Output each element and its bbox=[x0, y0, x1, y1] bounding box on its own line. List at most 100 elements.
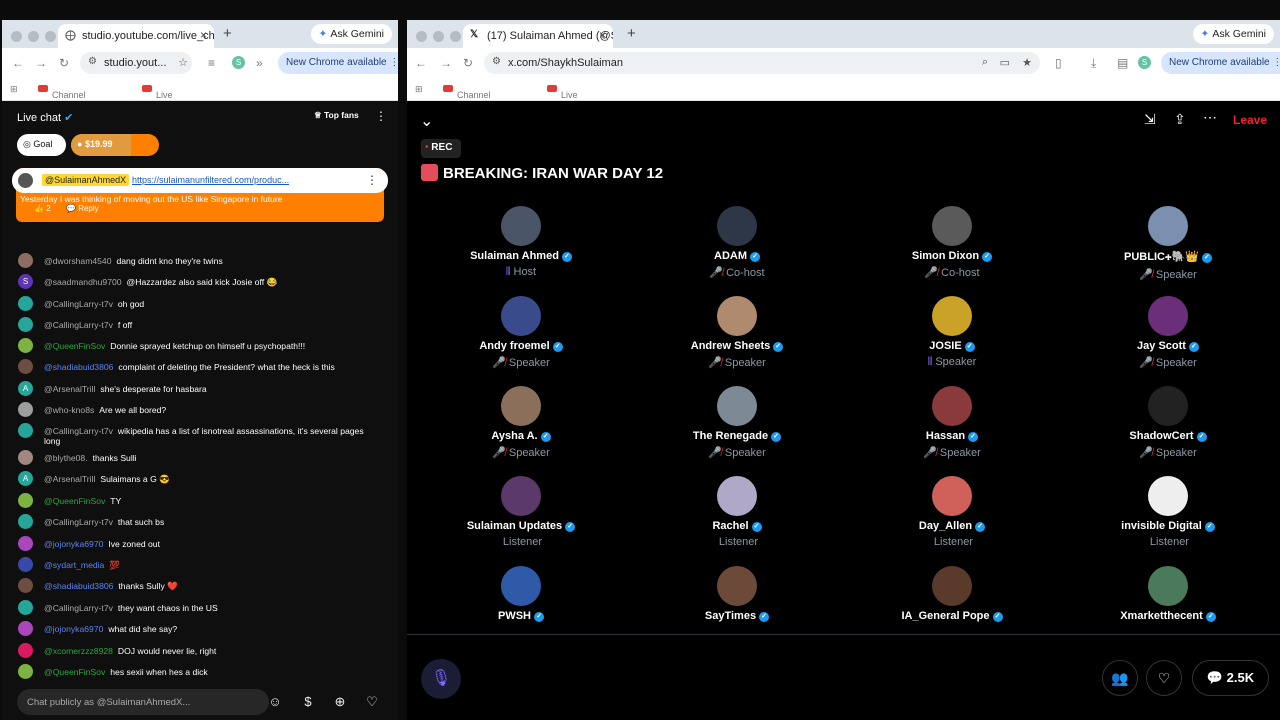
tab-search-icon[interactable]: ≡ bbox=[208, 56, 215, 70]
chat-username[interactable]: @xcomerzzz8928 bbox=[44, 646, 113, 656]
chat-username[interactable]: @blythe08. bbox=[44, 453, 88, 463]
apps-icon[interactable]: ⊞ bbox=[415, 84, 423, 95]
chat-username[interactable]: @CallingLarry-t7v bbox=[44, 299, 113, 309]
chat-username[interactable]: @ArsenalTrill bbox=[44, 384, 95, 394]
chat-input[interactable]: Chat publicly as @SulaimanAhmedX... bbox=[17, 689, 269, 715]
back-icon[interactable]: ← bbox=[415, 56, 427, 70]
chat-username[interactable]: @saadmandhu9700 bbox=[44, 277, 122, 287]
participant[interactable]: Xmarketthecent ✓ bbox=[1078, 566, 1258, 622]
like-button[interactable]: 👍 2 bbox=[34, 204, 51, 213]
participants-icon[interactable]: 👥 bbox=[1102, 660, 1138, 696]
chat-username[interactable]: @CallingLarry-t7v bbox=[44, 603, 113, 613]
chat-username[interactable]: @QueenFinSov bbox=[44, 667, 105, 677]
participant[interactable]: Rachel ✓ Listener bbox=[647, 476, 827, 548]
goal-chip[interactable]: ◎ Goal bbox=[17, 134, 66, 156]
chat-username[interactable]: @jojonyka6970 bbox=[44, 624, 103, 634]
add-icon[interactable]: ⊕ bbox=[332, 694, 348, 710]
new-tab-button[interactable]: + bbox=[223, 25, 232, 42]
participant[interactable]: Simon Dixon ✓ 🎤̸ Co-host bbox=[862, 206, 1042, 279]
more-chevron-icon[interactable]: » bbox=[256, 56, 263, 70]
top-fans-dropdown[interactable]: ♕ Top fans bbox=[314, 110, 359, 121]
participant[interactable]: Andrew Sheets ✓ 🎤̸ Speaker bbox=[647, 296, 827, 369]
bookmark-live-streaming[interactable]: Live streaming - Y... bbox=[142, 84, 196, 120]
pinned-link[interactable]: https://sulaimanunfiltered.com/produc... bbox=[132, 175, 289, 185]
chat-username[interactable]: @QueenFinSov bbox=[44, 341, 105, 351]
participant[interactable]: Day_Allen ✓ Listener bbox=[862, 476, 1042, 548]
bookmark-star-icon[interactable]: ★ bbox=[1022, 56, 1032, 69]
comments-button[interactable]: 💬 2.5K bbox=[1192, 660, 1269, 696]
super-chat-icon[interactable]: $ bbox=[300, 694, 316, 710]
window-controls[interactable] bbox=[416, 29, 467, 47]
window-controls[interactable] bbox=[11, 29, 62, 47]
collapse-chevron-icon[interactable]: ⌄ bbox=[420, 111, 433, 131]
chat-username[interactable]: @CallingLarry-t7v bbox=[44, 426, 113, 436]
chat-username[interactable]: @who-kno8s bbox=[44, 405, 94, 415]
zoom-icon[interactable]: ⌕ bbox=[982, 56, 988, 69]
bookmark-star-icon[interactable]: ☆ bbox=[178, 56, 188, 69]
participant[interactable]: Hassan ✓ 🎤̸ Speaker bbox=[862, 386, 1042, 459]
new-tab-button[interactable]: + bbox=[627, 25, 636, 42]
chat-username[interactable]: @CallingLarry-t7v bbox=[44, 517, 113, 527]
share-icon[interactable]: ⇪ bbox=[1174, 111, 1186, 128]
browser-tab[interactable]: studio.youtube.com/live_cha × bbox=[58, 24, 214, 48]
participant[interactable]: PWSH ✓ bbox=[431, 566, 611, 622]
chat-username[interactable]: @shadiabuid3806 bbox=[44, 581, 113, 591]
chat-username[interactable]: @dworsham4540 bbox=[44, 256, 111, 266]
chat-menu-icon[interactable]: ⋮ bbox=[375, 109, 387, 123]
forward-icon[interactable]: → bbox=[440, 56, 452, 70]
heart-icon[interactable]: ♡ bbox=[364, 694, 380, 710]
participant[interactable]: JOSIE ✓ ⫴ Speaker bbox=[862, 296, 1042, 369]
cast-icon[interactable]: ▭ bbox=[1000, 56, 1010, 69]
participant[interactable]: ADAM ✓ 🎤̸ Co-host bbox=[647, 206, 827, 279]
participant[interactable]: Aysha A. ✓ 🎤̸ Speaker bbox=[431, 386, 611, 459]
extensions-icon[interactable]: ▤ bbox=[1117, 56, 1128, 70]
participant[interactable]: invisible Digital ✓ Listener bbox=[1078, 476, 1258, 548]
participant[interactable]: The Renegade ✓ 🎤̸ Speaker bbox=[647, 386, 827, 459]
side-panel-icon[interactable]: ▯ bbox=[1055, 56, 1062, 70]
new-chrome-button[interactable]: New Chrome available ⋮ bbox=[1161, 52, 1280, 74]
super-chat-chip[interactable]: ● $19.99 bbox=[71, 134, 159, 156]
close-tab-icon[interactable]: × bbox=[200, 28, 207, 42]
more-icon[interactable]: ⋯ bbox=[1203, 109, 1217, 126]
download-icon[interactable]: ⤓ bbox=[1091, 56, 1096, 71]
address-bar[interactable]: ⚙ x.com/ShaykhSulaiman ⌕ ▭ ★ bbox=[484, 52, 1040, 74]
chat-username[interactable]: @ArsenalTrill bbox=[44, 474, 95, 484]
participant[interactable]: SayTimes ✓ bbox=[647, 566, 827, 622]
participant[interactable]: Andy froemel ✓ 🎤̸ Speaker bbox=[431, 296, 611, 369]
site-info-icon[interactable]: ⚙ bbox=[88, 56, 97, 67]
forward-icon[interactable]: → bbox=[35, 56, 47, 70]
leave-button[interactable]: Leave bbox=[1233, 113, 1267, 127]
chat-username[interactable]: @CallingLarry-t7v bbox=[44, 320, 113, 330]
reload-icon[interactable]: ↻ bbox=[463, 56, 473, 70]
bookmark-live-streaming[interactable]: Live streaming - Y... bbox=[547, 84, 601, 120]
pinned-message[interactable]: Yesterday I was thinking of moving out t… bbox=[12, 168, 388, 222]
ask-gemini-button[interactable]: ✦ Ask Gemini bbox=[310, 24, 392, 44]
reload-icon[interactable]: ↻ bbox=[59, 56, 69, 70]
address-bar[interactable]: ⚙ studio.yout... ☆ bbox=[80, 52, 192, 74]
site-info-icon[interactable]: ⚙ bbox=[492, 56, 501, 67]
chat-username[interactable]: @jojonyka6970 bbox=[44, 539, 103, 549]
profile-avatar[interactable]: S bbox=[232, 56, 245, 69]
bookmark-channel-dashboard[interactable]: Channel dashboar... bbox=[443, 84, 502, 110]
profile-avatar[interactable]: S bbox=[1138, 56, 1151, 69]
participant[interactable]: Sulaiman Ahmed ✓ ⫴ Host bbox=[431, 206, 611, 279]
bookmark-channel-dashboard[interactable]: Channel dashboar... bbox=[38, 84, 97, 110]
reaction-heart-icon[interactable]: ♡ bbox=[1146, 660, 1182, 696]
participant[interactable]: Jay Scott ✓ 🎤̸ Speaker bbox=[1078, 296, 1258, 369]
microphone-button[interactable]: 🎙 bbox=[421, 659, 461, 699]
new-chrome-button[interactable]: New Chrome available ⋮ bbox=[278, 52, 398, 74]
browser-tab[interactable]: 𝕏 (17) Sulaiman Ahmed (@S × bbox=[463, 24, 613, 48]
participant[interactable]: IA_General Pope ✓ bbox=[862, 566, 1042, 622]
participant[interactable]: ShadowCert ✓ 🎤̸ Speaker bbox=[1078, 386, 1258, 459]
minimize-icon[interactable]: ⇲ bbox=[1144, 111, 1156, 128]
close-tab-icon[interactable]: × bbox=[599, 28, 606, 42]
pinned-username[interactable]: @SulaimanAhmedX bbox=[42, 174, 130, 186]
apps-icon[interactable]: ⊞ bbox=[10, 84, 18, 95]
emoji-icon[interactable]: ☺ bbox=[267, 694, 283, 710]
ask-gemini-button[interactable]: ✦ Ask Gemini bbox=[1192, 24, 1274, 44]
chat-username[interactable]: @sydart_media bbox=[44, 560, 104, 570]
chat-username[interactable]: @QueenFinSov bbox=[44, 496, 105, 506]
participant[interactable]: Sulaiman Updates ✓ Listener bbox=[431, 476, 611, 548]
reply-button[interactable]: 💬 Reply bbox=[66, 204, 99, 213]
back-icon[interactable]: ← bbox=[12, 56, 24, 70]
